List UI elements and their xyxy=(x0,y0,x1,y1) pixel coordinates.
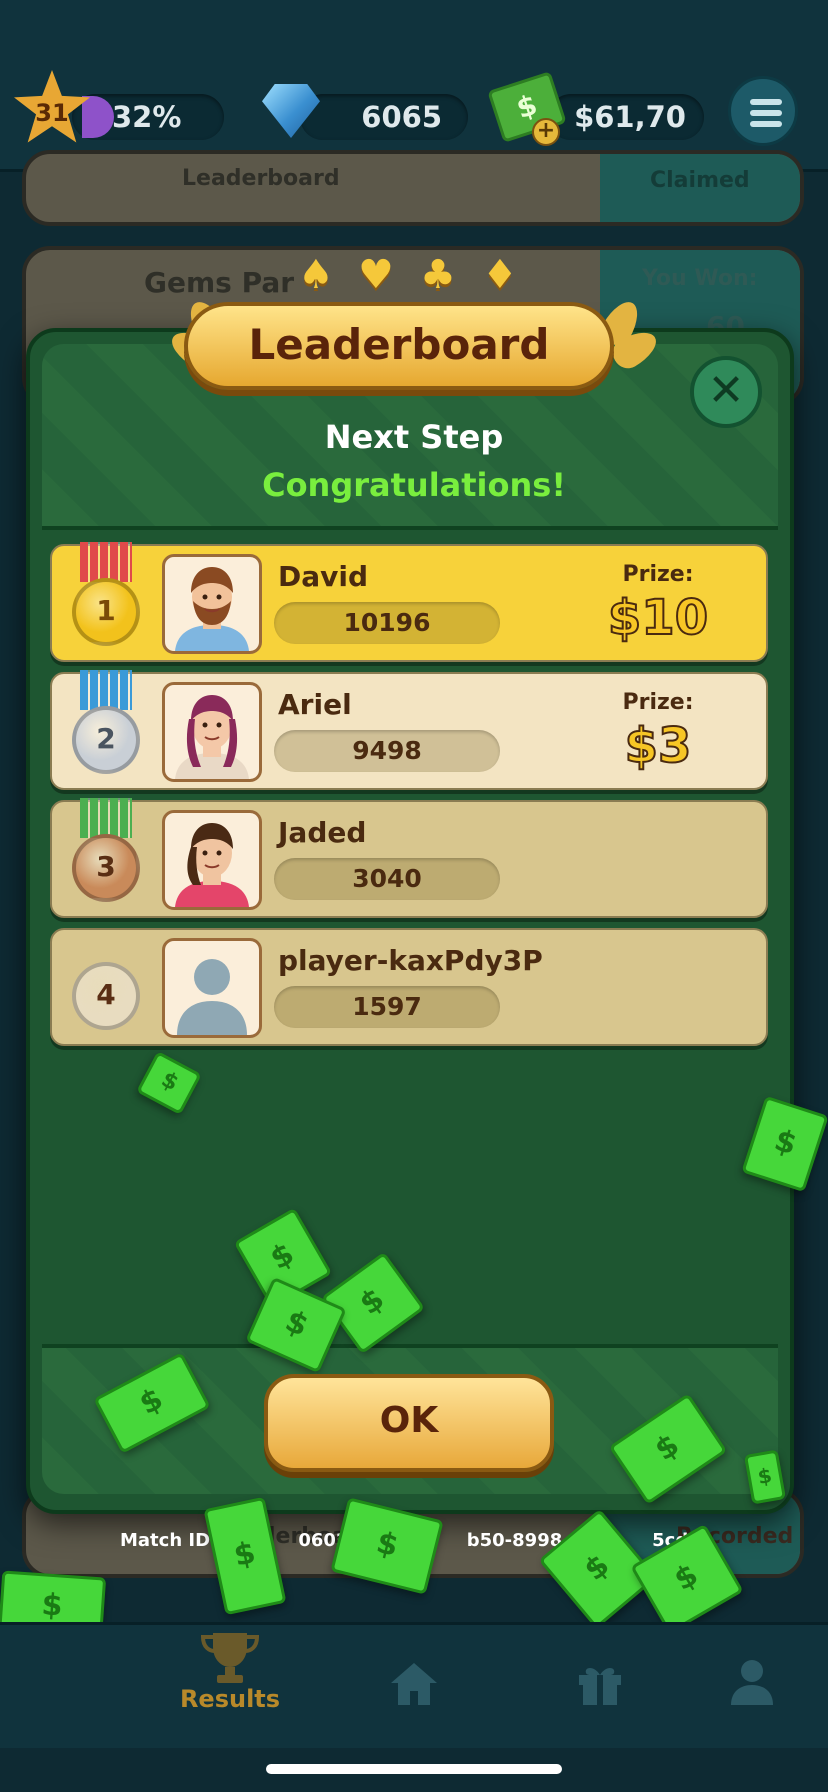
bill-symbol: $ xyxy=(230,1535,259,1574)
avatar-icon xyxy=(175,823,249,907)
player-score: 1597 xyxy=(274,986,500,1028)
spade-icon: ♠ xyxy=(298,252,334,298)
background-card: Leaderboard Claimed xyxy=(22,150,804,226)
medal-ribbon-icon xyxy=(80,670,132,710)
player-avatar xyxy=(162,938,262,1038)
menu-button[interactable] xyxy=(728,76,798,146)
bottom-navigation: Results xyxy=(0,1622,828,1748)
bill-symbol: $ xyxy=(577,1547,617,1588)
bill-symbol: $ xyxy=(40,1587,64,1624)
bill-symbol: $ xyxy=(770,1122,801,1163)
avatar-icon xyxy=(177,959,247,1035)
home-icon xyxy=(391,1663,437,1705)
rank-medal-icon: 3 xyxy=(72,834,140,902)
xp-percent: 32% xyxy=(112,100,182,134)
match-id-label: Match ID xyxy=(120,1530,211,1551)
rank-medal-icon: 4 xyxy=(72,962,140,1030)
avatar-icon xyxy=(175,695,249,779)
nav-results-label: Results xyxy=(179,1685,281,1713)
add-cash-button[interactable]: + xyxy=(532,118,560,146)
prize-label: Prize: xyxy=(622,562,694,587)
leaderboard-row: 2 Ariel 9498 Prize: $3 xyxy=(50,670,768,790)
home-indicator[interactable] xyxy=(266,1764,562,1774)
leaderboard-modal xyxy=(26,328,794,1514)
cash-amount: $61,70 xyxy=(574,100,686,134)
medal-ribbon-icon xyxy=(80,798,132,838)
modal-subtitle: Next Step xyxy=(324,418,504,456)
menu-icon-bar xyxy=(750,99,782,105)
player-score: 3040 xyxy=(274,858,500,900)
cash-pill[interactable]: $61,70 xyxy=(548,94,704,140)
card-status: Claimed xyxy=(650,168,750,193)
bill-symbol: $ xyxy=(668,1557,705,1599)
gems-pill[interactable]: 6065 xyxy=(300,94,468,140)
player-name: Jaded xyxy=(278,816,367,849)
close-icon: ✕ xyxy=(707,365,745,416)
card-status: You Won: xyxy=(642,266,758,291)
player-avatar xyxy=(162,682,262,782)
modal-title-banner: Leaderboard xyxy=(184,302,614,390)
top-bar: 32% 31 6065 $61,70 $ + xyxy=(0,0,828,172)
player-name: Ariel xyxy=(278,688,352,721)
rank-number: 2 xyxy=(96,722,116,755)
diamond-icon: ♦ xyxy=(482,252,518,298)
congratulations-message: Congratulations! xyxy=(262,466,566,504)
nav-results[interactable]: Results xyxy=(154,1625,306,1751)
leaderboard-row: 4 player-kaxPdy3P 1597 xyxy=(50,928,768,1046)
bill-symbol: $ xyxy=(279,1303,314,1344)
menu-icon-bar xyxy=(750,110,782,116)
bill-symbol: $ xyxy=(353,1281,391,1323)
bill-symbol: $ xyxy=(133,1381,169,1423)
rank-number: 3 xyxy=(96,850,116,883)
nav-home[interactable] xyxy=(338,1625,490,1751)
nav-gifts[interactable] xyxy=(524,1625,676,1751)
trophy-icon xyxy=(200,1633,260,1683)
bill-symbol: $ xyxy=(755,1462,774,1490)
bill-symbol: $ xyxy=(373,1525,402,1565)
bill-symbol: $ xyxy=(648,1427,686,1469)
modal-title: Leaderboard xyxy=(248,320,550,369)
medal-ribbon-icon xyxy=(80,542,132,582)
gems-count: 6065 xyxy=(361,100,442,134)
ok-button[interactable]: OK xyxy=(264,1374,554,1472)
prize-label: Prize: xyxy=(622,690,694,715)
rank-number: 1 xyxy=(96,594,116,627)
prize-amount: $3 xyxy=(624,717,693,775)
card-title: Gems Par xyxy=(144,266,295,299)
rank-medal-icon: 2 xyxy=(72,706,140,774)
club-icon: ♣ xyxy=(420,252,456,298)
nav-profile[interactable] xyxy=(676,1625,828,1751)
player-name: David xyxy=(278,560,369,593)
heart-icon: ♥ xyxy=(358,252,394,298)
add-cash-plus: + xyxy=(536,118,556,143)
ok-label: OK xyxy=(379,1400,439,1441)
card-label: Leaderboard xyxy=(182,166,340,191)
level-number: 31 xyxy=(35,99,69,127)
bill-symbol: $ xyxy=(157,1067,183,1097)
leaderboard-row: 1 David 10196 Prize: $10 xyxy=(50,542,768,662)
profile-icon xyxy=(731,1660,773,1705)
player-avatar xyxy=(162,554,262,654)
leaderboard-row: 3 Jaded 3040 xyxy=(50,798,768,918)
player-score: 10196 xyxy=(274,602,500,644)
player-name: player-kaxPdy3P xyxy=(278,944,543,977)
avatar-icon xyxy=(175,567,249,651)
rank-medal-icon: 1 xyxy=(72,578,140,646)
bill-symbol: $ xyxy=(264,1236,301,1278)
player-score: 9498 xyxy=(274,730,500,772)
prize-amount: $10 xyxy=(607,589,709,647)
player-avatar xyxy=(162,810,262,910)
menu-icon-bar xyxy=(750,121,782,127)
rank-number: 4 xyxy=(96,978,116,1011)
gift-icon xyxy=(579,1668,621,1705)
